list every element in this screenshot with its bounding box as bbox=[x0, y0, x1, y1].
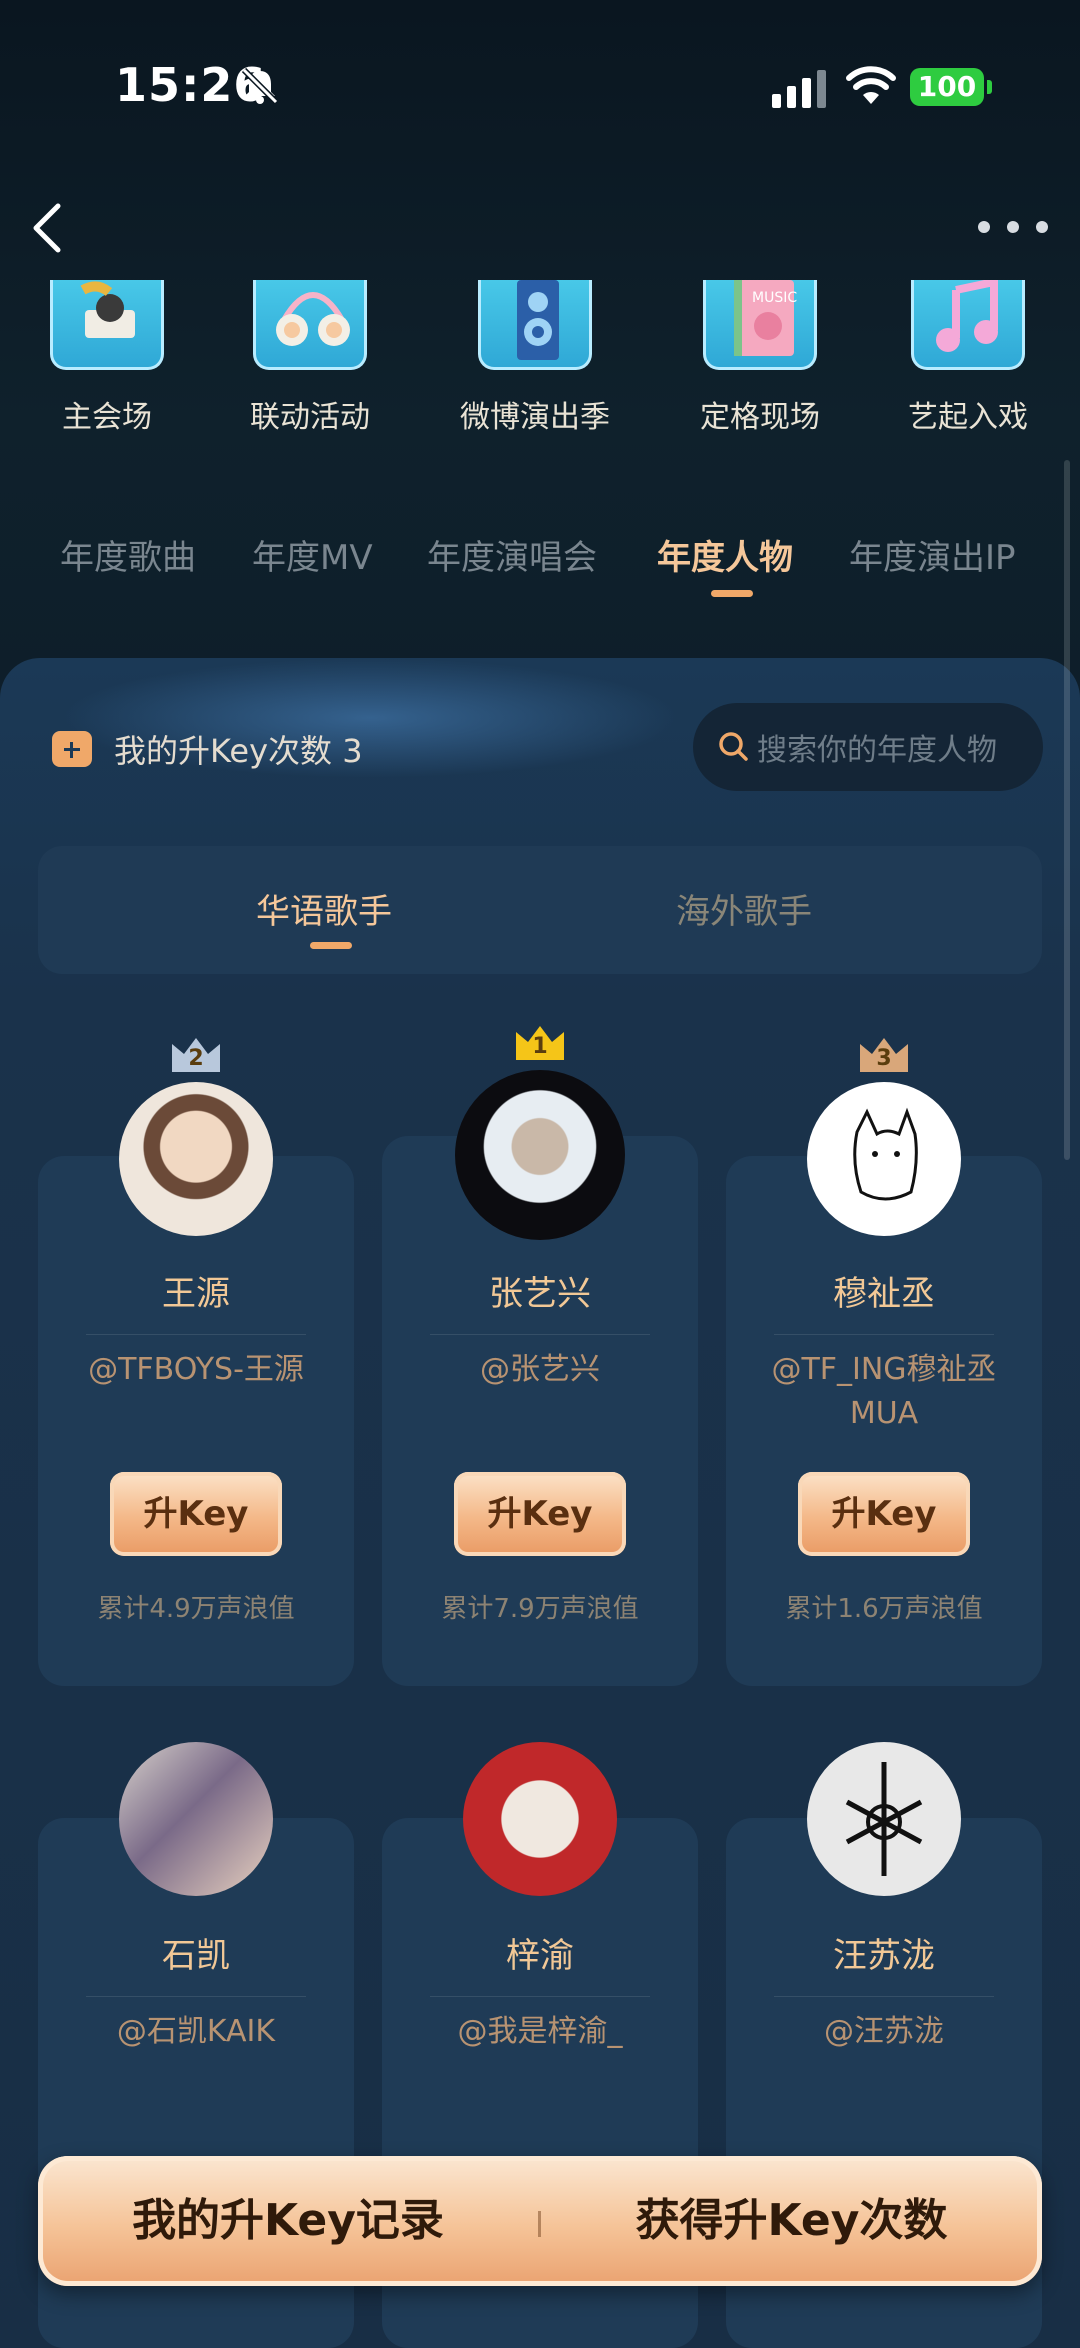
singer-handle[interactable]: @我是梓渝_ bbox=[382, 2010, 698, 2054]
singer-handle[interactable]: @TFBOYS-王源 bbox=[38, 1348, 354, 1392]
tab-annual-concert[interactable]: 年度演唱会 bbox=[427, 530, 597, 579]
headphones-icon bbox=[253, 280, 367, 370]
svg-text:MUSIC: MUSIC bbox=[752, 290, 797, 306]
singer-name: 汪苏泷 bbox=[833, 1936, 935, 1976]
wave-total: 累计4.9万声浪值 bbox=[97, 1594, 295, 1624]
speaker-icon bbox=[478, 280, 592, 370]
avatar[interactable] bbox=[807, 1082, 961, 1236]
divider bbox=[86, 1996, 306, 1997]
category-joint-events[interactable]: 联动活动 bbox=[220, 280, 400, 436]
category-frozen-moments[interactable]: MUSIC 定格现场 bbox=[670, 280, 850, 436]
singer-handle[interactable]: @TF_ING穆祉丞MUA bbox=[726, 1348, 1042, 1436]
music-book-icon: MUSIC bbox=[703, 280, 817, 370]
crown-rank-icon: 1 bbox=[514, 1022, 566, 1062]
search-placeholder: 搜索你的年度人物 bbox=[757, 733, 997, 768]
back-icon[interactable] bbox=[28, 200, 68, 256]
divider bbox=[86, 1334, 306, 1335]
avatar[interactable] bbox=[119, 1742, 273, 1896]
scrollbar[interactable] bbox=[1064, 460, 1070, 1160]
search-input[interactable]: 搜索你的年度人物 bbox=[693, 703, 1043, 791]
active-subtab-indicator bbox=[310, 942, 352, 949]
divider bbox=[430, 1334, 650, 1335]
cellular-signal-icon bbox=[772, 70, 826, 108]
tab-annual-show-ip[interactable]: 年度演出IP bbox=[849, 530, 1016, 579]
key-count-label: 我的升Key次数 3 bbox=[114, 732, 363, 770]
tab-chinese-singers[interactable]: 华语歌手 bbox=[256, 884, 392, 933]
main-panel: 我的升Key次数 3 搜索你的年度人物 华语歌手 海外歌手 2 王源 @TFBO… bbox=[0, 658, 1080, 2348]
divider bbox=[774, 1334, 994, 1335]
upgrade-key-button[interactable]: 升Key bbox=[454, 1472, 626, 1556]
singer-name: 石凯 bbox=[162, 1936, 230, 1976]
avatar[interactable] bbox=[463, 1742, 617, 1896]
tab-overseas-singers[interactable]: 海外歌手 bbox=[676, 884, 812, 933]
key-count: 我的升Key次数 3 bbox=[52, 726, 363, 772]
upgrade-key-button[interactable]: 升Key bbox=[798, 1472, 970, 1556]
singer-name: 王源 bbox=[162, 1274, 230, 1314]
category-nav: 主会场 联动活动 微博演出季 MUSIC 定格现场 艺起入戏 bbox=[0, 280, 1080, 450]
year-tabs: 年度歌曲 年度MV 年度演唱会 年度人物 年度演出IP bbox=[0, 530, 1080, 610]
wifi-icon bbox=[846, 66, 896, 104]
category-main-venue[interactable]: 主会场 bbox=[17, 280, 197, 436]
singer-handle[interactable]: @石凯KAIK bbox=[38, 2010, 354, 2054]
category-weibo-performance[interactable]: 微博演出季 bbox=[445, 280, 625, 436]
active-tab-indicator bbox=[711, 590, 753, 597]
status-bar: 15:26 100 bbox=[0, 0, 1080, 170]
music-note-icon bbox=[911, 280, 1025, 370]
singer-handle[interactable]: @张艺兴 bbox=[382, 1348, 698, 1392]
tab-annual-person[interactable]: 年度人物 bbox=[657, 530, 793, 579]
crown-rank-icon: 2 bbox=[170, 1034, 222, 1074]
upgrade-key-button[interactable]: 升Key bbox=[110, 1472, 282, 1556]
wave-total: 累计7.9万声浪值 bbox=[441, 1594, 639, 1624]
bell-muted-icon bbox=[241, 67, 279, 105]
tab-annual-song[interactable]: 年度歌曲 bbox=[60, 530, 196, 579]
category-drama[interactable]: 艺起入戏 bbox=[878, 280, 1058, 436]
singer-name: 梓渝 bbox=[506, 1936, 574, 1976]
singer-region-tabs: 华语歌手 海外歌手 bbox=[38, 846, 1042, 974]
get-key-count-button[interactable]: 获得升Key次数 bbox=[541, 2156, 1042, 2286]
gramophone-icon bbox=[50, 280, 164, 370]
bottom-action-bar: 我的升Key记录 获得升Key次数 bbox=[38, 2156, 1042, 2286]
search-icon bbox=[719, 732, 748, 761]
divider bbox=[430, 1996, 650, 1997]
more-options-icon[interactable] bbox=[978, 205, 1048, 249]
wave-total: 累计1.6万声浪值 bbox=[785, 1594, 983, 1624]
crown-rank-icon: 3 bbox=[858, 1034, 910, 1074]
singer-name: 穆祉丞 bbox=[833, 1274, 935, 1314]
ticket-plus-icon bbox=[52, 731, 92, 767]
my-key-records-button[interactable]: 我的升Key记录 bbox=[38, 2156, 538, 2286]
avatar[interactable] bbox=[455, 1070, 625, 1240]
avatar[interactable] bbox=[807, 1742, 961, 1896]
tab-annual-mv[interactable]: 年度MV bbox=[252, 530, 373, 579]
divider bbox=[774, 1996, 994, 1997]
singer-handle[interactable]: @汪苏泷 bbox=[726, 2010, 1042, 2054]
avatar[interactable] bbox=[119, 1082, 273, 1236]
singer-name: 张艺兴 bbox=[489, 1274, 591, 1314]
battery-indicator: 100 bbox=[910, 68, 992, 106]
